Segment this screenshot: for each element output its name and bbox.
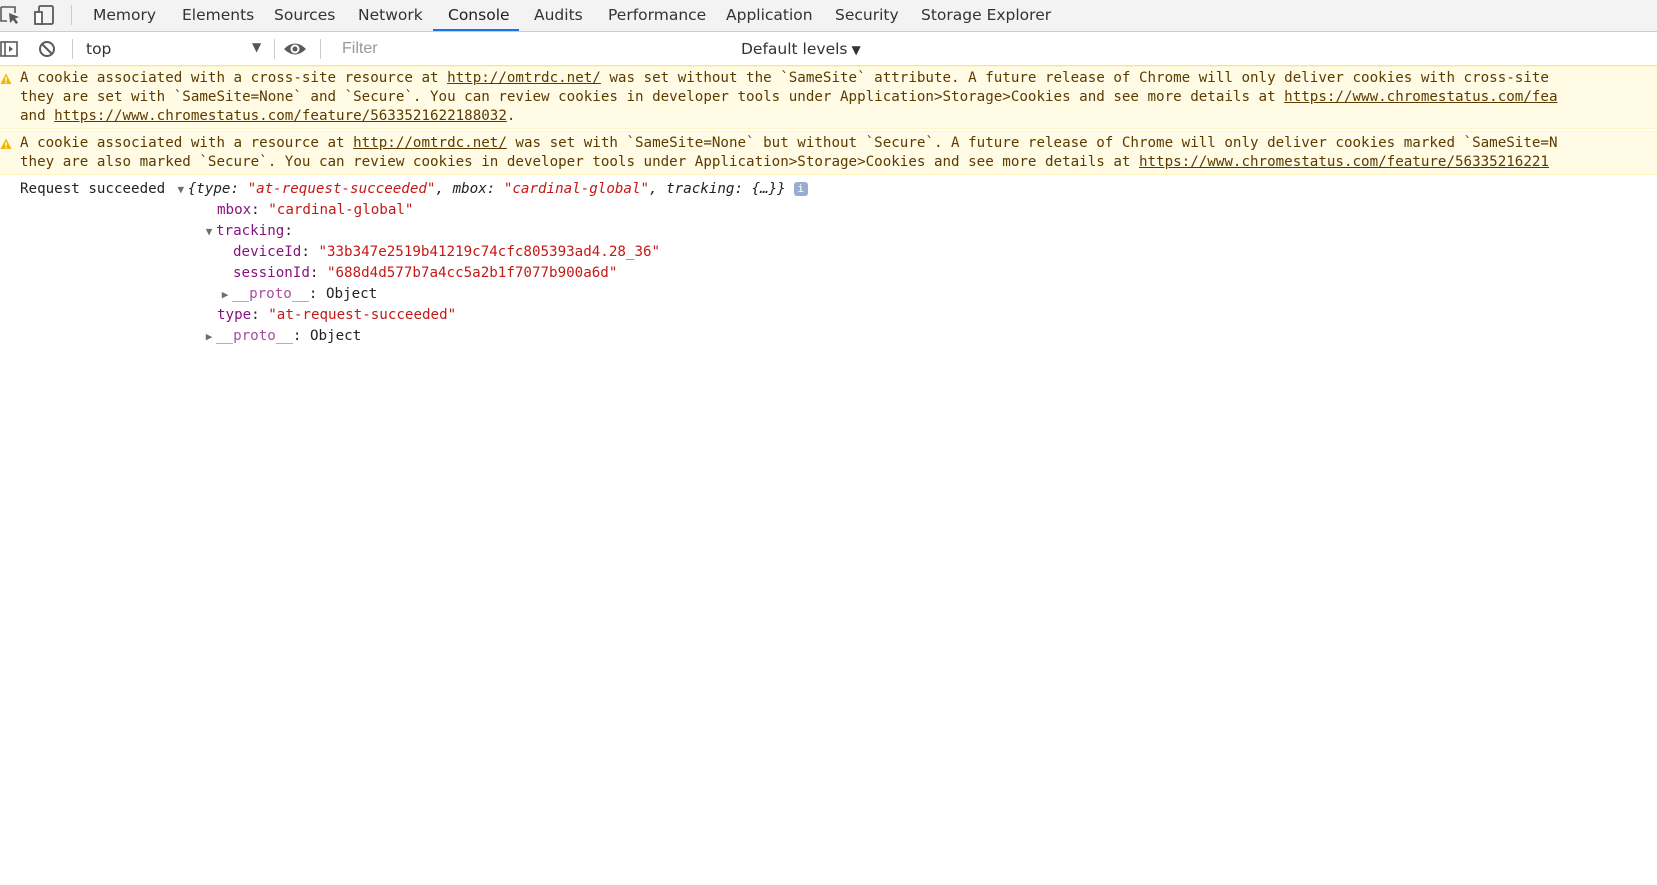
property-row: mbox: "cardinal-global"	[217, 202, 414, 218]
tab-console[interactable]: Console	[433, 0, 519, 31]
warning-text: they are set with `SameSite=None` and `S…	[20, 89, 1285, 105]
warning-text: .	[506, 108, 516, 124]
warning-text: was set without the `SameSite` attribute…	[600, 70, 1549, 86]
object-preview-value: "at-request-succeeded"	[247, 181, 436, 197]
sidebar-toggle-icon[interactable]	[0, 39, 20, 63]
warning-line: they are set with `SameSite=None` and `S…	[20, 88, 1657, 107]
property-key: __proto__	[216, 328, 293, 344]
warning-text: they are also marked `Secure`. You can r…	[20, 154, 1139, 170]
property-row[interactable]: ▶ __proto__: Object	[218, 284, 378, 305]
warning-text: and	[20, 108, 55, 124]
log-levels-dropdown[interactable]: Default levels ▼	[741, 32, 861, 66]
log-message: Request succeeded ▼ {type: "at-request-su…	[0, 175, 1657, 359]
warning-text: A cookie associated with a resource at	[20, 135, 354, 151]
object-preview-text: , tracking: {…}}	[649, 181, 786, 197]
tab-sources[interactable]: Sources	[259, 0, 350, 31]
warning-text: A cookie associated with a cross-site re…	[20, 70, 448, 86]
console-toolbar: top ▼ Default levels▼	[0, 32, 1657, 66]
inspect-element-icon[interactable]	[0, 4, 22, 30]
warning-line: A cookie associated with a resource at h…	[20, 134, 1657, 153]
device-toolbar-icon[interactable]	[34, 4, 56, 30]
console-messages: A cookie associated with a cross-site re…	[0, 66, 1657, 359]
warning-message: A cookie associated with a cross-site re…	[0, 66, 1657, 129]
property-row: type: "at-request-succeeded"	[217, 307, 457, 323]
context-selector[interactable]: top	[86, 38, 266, 60]
filter-input[interactable]	[332, 37, 731, 61]
info-icon[interactable]: i	[793, 182, 808, 196]
tab-application[interactable]: Application	[711, 0, 828, 31]
property-row: sessionId: "688d4d577b7a4cc5a2b1f7077b90…	[233, 265, 618, 281]
tab-security[interactable]: Security	[820, 0, 914, 31]
property-value: "at-request-succeeded"	[268, 307, 457, 323]
property-row[interactable]: ▶ __proto__: Object	[202, 326, 362, 347]
toolbar-separator	[274, 39, 275, 59]
property-row: deviceId: "33b347e2519b41219c74cfc805393…	[233, 244, 661, 260]
clear-console-icon[interactable]	[37, 39, 57, 63]
tab-network[interactable]: Network	[343, 0, 438, 31]
property-key: deviceId	[233, 244, 302, 260]
property-key: sessionId	[233, 265, 310, 281]
log-levels-label: Default levels	[741, 40, 848, 58]
property-key: type	[217, 307, 252, 323]
warning-line: they are also marked `Secure`. You can r…	[20, 153, 1657, 172]
object-preview-text: {type:	[187, 181, 248, 197]
log-label: Request succeeded	[20, 181, 166, 197]
property-key: __proto__	[232, 286, 309, 302]
log-summary-row[interactable]: Request succeeded ▼ {type: "at-request-su…	[20, 179, 808, 200]
warning-line: and https://www.chromestatus.com/feature…	[20, 107, 1657, 126]
property-value: Object	[325, 286, 378, 302]
warning-link[interactable]: https://www.chromestatus.com/fea	[1284, 89, 1557, 105]
property-key: mbox	[217, 202, 252, 218]
tab-performance[interactable]: Performance	[593, 0, 721, 31]
tab-separator	[71, 5, 72, 25]
collapsed-triangle-icon[interactable]: ▶	[202, 327, 216, 347]
warning-icon	[0, 72, 12, 91]
warning-text: was set with `SameSite=None` but without…	[506, 135, 1558, 151]
warning-message: A cookie associated with a resource at h…	[0, 131, 1657, 175]
warning-icon	[0, 137, 12, 156]
toolbar-separator	[320, 39, 321, 59]
expand-triangle-icon[interactable]: ▼	[174, 180, 188, 200]
warning-link[interactable]: http://omtrdc.net/	[447, 70, 601, 86]
property-value: "33b347e2519b41219c74cfc805393ad4.28_36"	[318, 244, 661, 260]
property-value: "cardinal-global"	[268, 202, 414, 218]
tab-memory[interactable]: Memory	[78, 0, 171, 31]
tab-elements[interactable]: Elements	[167, 0, 269, 31]
context-dropdown-arrow-icon[interactable]: ▼	[252, 40, 261, 54]
property-key: tracking	[216, 223, 285, 239]
warning-link[interactable]: https://www.chromestatus.com/feature/563…	[1139, 154, 1549, 170]
tab-audits[interactable]: Audits	[519, 0, 598, 31]
live-expression-eye-icon[interactable]	[283, 39, 307, 63]
property-value: Object	[309, 328, 362, 344]
tab-storage-explorer[interactable]: Storage Explorer	[906, 0, 1066, 31]
warning-line: A cookie associated with a cross-site re…	[20, 69, 1657, 88]
warning-link[interactable]: https://www.chromestatus.com/feature/563…	[54, 108, 507, 124]
object-preview[interactable]: {type: "at-request-succeeded", mbox: "ca…	[188, 181, 786, 197]
collapsed-triangle-icon[interactable]: ▶	[218, 285, 232, 305]
object-preview-text: , mbox:	[435, 181, 504, 197]
property-value: "688d4d577b7a4cc5a2b1f7077b900a6d"	[326, 265, 618, 281]
chevron-down-icon: ▼	[851, 43, 861, 57]
expand-triangle-icon[interactable]: ▼	[202, 222, 216, 242]
toolbar-separator	[72, 39, 73, 59]
warning-link[interactable]: http://omtrdc.net/	[353, 135, 507, 151]
property-row[interactable]: ▼ tracking:	[202, 221, 293, 242]
devtools-tab-bar: Memory Elements Sources Network Console …	[0, 0, 1657, 32]
object-preview-value: "cardinal-global"	[503, 181, 650, 197]
